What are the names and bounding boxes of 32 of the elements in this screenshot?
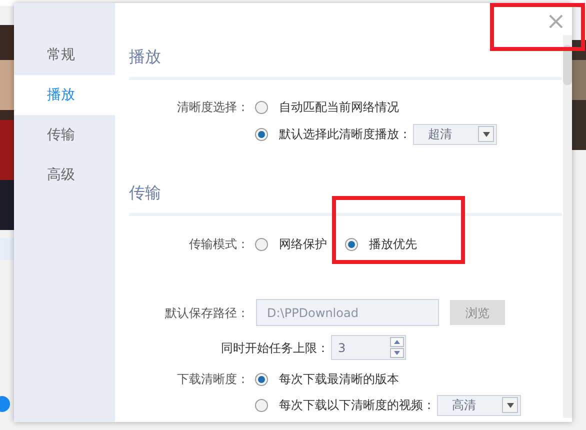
browse-button[interactable]: 浏览 [450, 300, 505, 325]
sidebar-tab[interactable]: 高级 [14, 155, 115, 195]
option-label: 播放优先 [369, 236, 417, 253]
option-label: 网络保护 [279, 236, 327, 253]
quality-dropdown[interactable]: 高清 [437, 394, 521, 416]
radio-button[interactable] [255, 398, 268, 412]
field-label: 传输模式： [188, 236, 249, 253]
sidebar-tab[interactable]: 传输 [14, 115, 115, 155]
caret-icon [478, 126, 494, 142]
sidebar-tab[interactable]: 常规 [14, 35, 115, 75]
radio-button[interactable] [255, 372, 268, 386]
field-label: 下载清晰度： [176, 371, 249, 388]
section-heading: 播放 [129, 46, 162, 68]
field-label: 清晰度选择： [176, 99, 249, 116]
field-label: 同时开始任务上限： [221, 340, 329, 356]
section-heading: 传输 [129, 182, 162, 204]
option-label: 自动匹配当前网络情况 [279, 99, 399, 116]
option-label: 每次下载以下清晰度的视频： [279, 397, 435, 414]
radio-button[interactable] [345, 238, 358, 250]
option-label: 每次下载最清晰的版本 [279, 371, 399, 388]
spinner-field[interactable]: 3 [331, 335, 406, 360]
radio-button[interactable] [255, 128, 268, 140]
quality-dropdown[interactable]: 超清 [413, 124, 497, 144]
field-label: 默认保存路径： [164, 304, 249, 322]
caret-icon [502, 397, 518, 413]
close-button[interactable]: × [546, 9, 566, 33]
stepper-icon[interactable] [390, 337, 404, 358]
radio-button[interactable] [255, 100, 268, 114]
option-label: 默认选择此清晰度播放： [279, 126, 411, 143]
path-field[interactable]: D:\PPDownload [256, 299, 439, 326]
sidebar-tab[interactable]: 播放 [14, 75, 115, 115]
radio-button[interactable] [255, 238, 268, 250]
